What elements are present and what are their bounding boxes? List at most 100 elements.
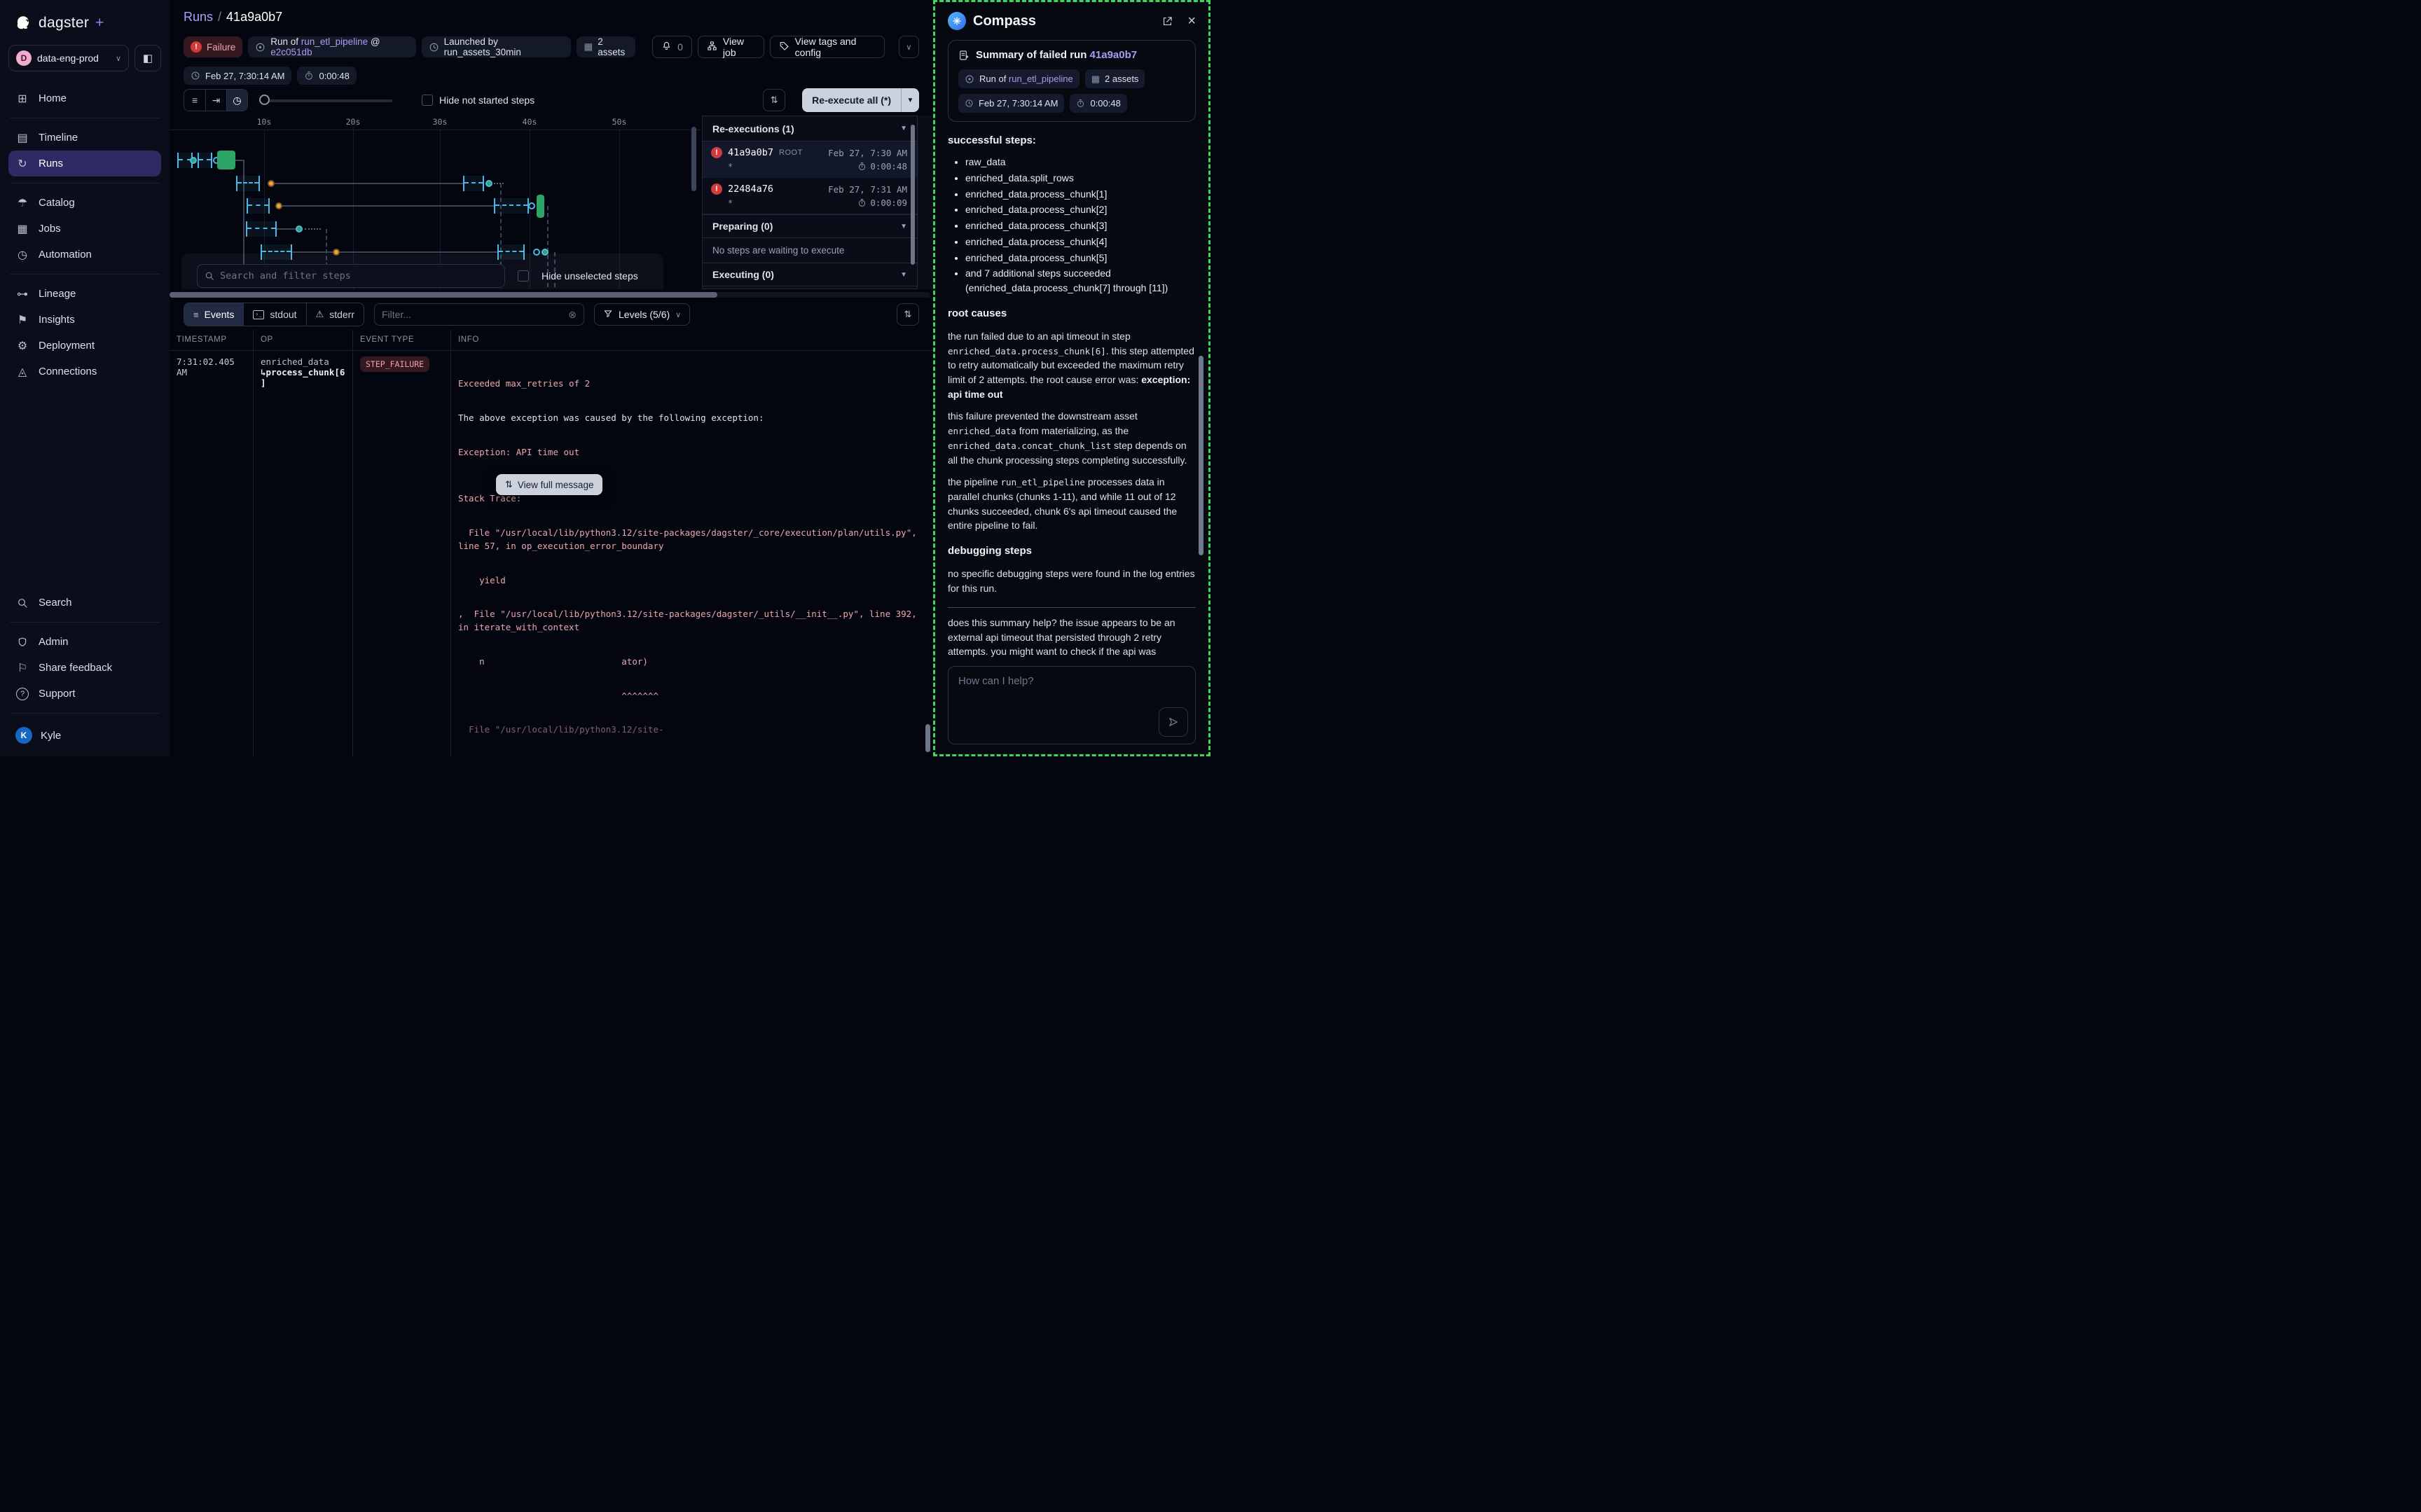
close-icon[interactable]: × [1187,14,1196,28]
reexecution-run-row[interactable]: ! 22484a76 Feb 27, 7:31 AM * 0:00:09 [703,178,917,214]
sidebar-item-deployment[interactable]: ⚙Deployment [8,333,161,359]
step-search-box[interactable] [197,264,505,288]
sidebar-item-jobs[interactable]: ▦Jobs [8,216,161,242]
tab-events[interactable]: ≡Events [184,303,243,326]
sidebar-item-label: Admin [39,636,69,648]
sidebar-item-timeline[interactable]: ▤Timeline [8,125,161,151]
gantt-step-bar[interactable] [246,221,277,237]
brand-name: dagster [39,15,89,32]
view-full-message-button[interactable]: ⇅View full message [496,474,602,495]
zoom-slider[interactable] [259,94,392,106]
executing-section-header[interactable]: Executing (0) ▼ [703,263,917,286]
open-in-new-icon[interactable] [1161,15,1173,27]
stack-trace-line: File "/usr/local/lib/python3.12/site-pac… [458,527,926,553]
text: the pipeline [948,476,1001,487]
scrollbar-thumb[interactable] [170,292,717,298]
sidebar-item-share-feedback[interactable]: ⚐Share feedback [8,655,161,681]
gantt-sort-button[interactable]: ⇅ [763,89,785,111]
reexecute-all-button[interactable]: Re-execute all (*) ▼ [802,88,919,112]
gantt-step-bar[interactable] [247,198,270,214]
view-job-button[interactable]: View job [698,36,764,58]
tab-stderr[interactable]: ⚠stderr [306,303,364,326]
gantt-step-bar[interactable] [463,176,484,191]
lineage-icon: ⊶ [15,287,29,301]
gantt-step-bar[interactable] [494,198,529,214]
avatar: K [15,727,32,744]
hide-unselected-label: Hide unselected steps [542,270,638,282]
levels-filter-button[interactable]: Levels (5/6) ∨ [594,303,690,326]
breadcrumb-runs-link[interactable]: Runs [184,10,213,24]
chevron-down-icon: ▼ [900,125,907,132]
pipeline-link[interactable]: run_etl_pipeline [1009,74,1073,84]
run-steps-summary: * [728,162,733,172]
sidebar-item-automation[interactable]: ◷Automation [8,242,161,268]
gantt-horizontal-scrollbar[interactable] [170,292,930,298]
text: the run failed due to an api timeout in … [948,331,1131,342]
send-button[interactable] [1159,707,1188,737]
reexecutions-scrollbar[interactable] [911,125,915,265]
more-actions-button[interactable]: ∨ [899,36,919,58]
breadcrumb-separator: / [218,10,221,24]
sidebar-item-home[interactable]: ⊞Home [8,85,161,111]
sidebar-item-insights[interactable]: ⚑Insights [8,307,161,333]
collapse-sidebar-button[interactable]: ◧ [134,45,161,71]
reexecute-dropdown[interactable]: ▼ [901,88,919,112]
hide-not-started-checkbox[interactable] [422,95,433,106]
hide-unselected-checkbox[interactable] [518,270,529,282]
slider-handle[interactable] [259,95,270,105]
log-filter-input[interactable] [382,309,563,320]
tab-stdout[interactable]: ›_stdout [243,303,305,326]
funnel-icon [603,309,613,321]
sort-arrows-icon: ⇅ [771,95,778,106]
gantt-step-bar[interactable] [198,153,212,168]
timed-view-button[interactable]: ◷ [226,90,247,111]
gear-icon: ⚙ [15,339,29,353]
axis-tick: 20s [346,117,361,127]
root-causes-paragraph: this failure prevented the downstream as… [948,409,1196,467]
gantt-step-bar-success[interactable] [217,151,235,169]
step-retry-dot [268,180,275,187]
reexecutions-header[interactable]: Re-executions (1) ▼ [703,116,917,141]
waterfall-view-button[interactable]: ≡ [184,90,205,111]
flat-view-button[interactable]: ⇥ [205,90,226,111]
clock-icon [429,42,439,53]
sidebar-item-support[interactable]: ?Support [8,681,161,707]
clear-filter-icon[interactable]: ⊗ [568,309,577,321]
pipeline-link[interactable]: run_etl_pipeline [301,36,368,47]
user-menu[interactable]: K Kyle [8,720,161,751]
sidebar-item-connections[interactable]: ◬Connections [8,359,161,384]
sidebar-item-lineage[interactable]: ⊶Lineage [8,281,161,307]
successful-steps-heading: successful steps: [948,133,1196,148]
alerts-button[interactable]: 0 [652,36,692,58]
workspace-selector[interactable]: D data-eng-prod ∨ [8,45,129,71]
assets-count-label: 2 assets [1105,74,1138,84]
events-scrollbar[interactable] [925,724,930,752]
shield-icon [15,637,29,648]
log-sort-button[interactable]: ⇅ [897,303,919,326]
timeline-icon: ▤ [15,131,29,145]
summary-run-id-link[interactable]: 41a9a0b7 [1090,49,1138,61]
debugging-steps-heading: debugging steps [948,543,1196,559]
gantt-vertical-scrollbar[interactable] [691,127,696,191]
preparing-section-header[interactable]: Preparing (0) ▼ [703,214,917,238]
compass-chat-input[interactable] [948,666,1196,744]
chat-textarea[interactable] [949,667,1195,744]
gantt-step-bar-success[interactable] [537,195,544,218]
compass-scrollbar[interactable] [1199,356,1203,555]
gantt-step-bar[interactable] [236,176,260,191]
sidebar-item-search[interactable]: Search [8,590,161,616]
view-tags-config-button[interactable]: View tags and config [770,36,885,58]
sidebar-item-runs[interactable]: ↻Runs [8,151,161,176]
step-state-dot [485,180,492,187]
step-state-dot [296,226,303,233]
assets-count-tag[interactable]: ▦ 2 assets [577,36,635,57]
step-search-input[interactable] [220,270,497,282]
reexecution-run-row[interactable]: ! 41a9a0b7 ROOT Feb 27, 7:30 AM * 0:00:4… [703,141,917,178]
col-event-type: EVENT TYPE [353,330,451,350]
sidebar-item-catalog[interactable]: ☂Catalog [8,190,161,216]
log-filter-box[interactable]: ⊗ [374,303,584,326]
home-icon: ⊞ [15,92,29,106]
commit-link[interactable]: e2c051db [270,47,312,57]
table-row[interactable]: 7:31:02.405 AM enriched_data↳process_chu… [170,350,933,756]
sidebar-item-admin[interactable]: Admin [8,629,161,655]
